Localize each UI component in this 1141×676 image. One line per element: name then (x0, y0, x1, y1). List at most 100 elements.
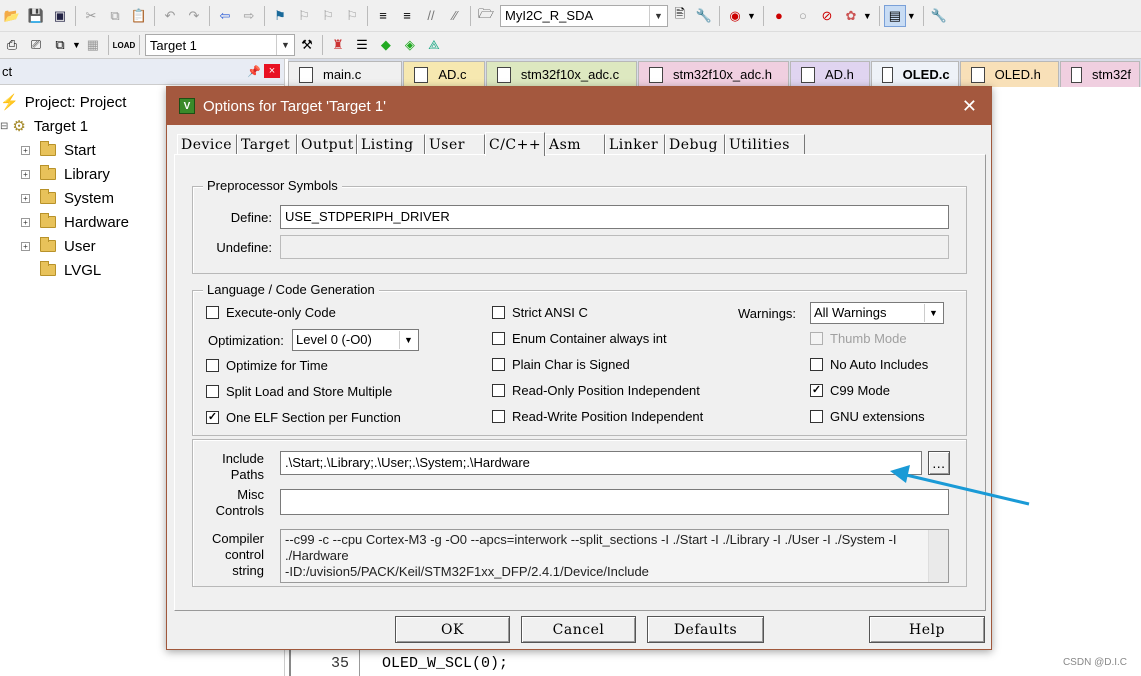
file-tab[interactable]: OLED.c (870, 61, 959, 87)
batch-build-icon[interactable]: ▦ (82, 34, 104, 56)
collapse-icon[interactable]: ⊟ (0, 121, 8, 132)
breakpoint-disable-icon[interactable]: ○ (792, 5, 814, 27)
indent-icon[interactable]: ≡ (372, 5, 394, 27)
nav-back-icon[interactable]: ⇦ (214, 5, 236, 27)
dialog-tab[interactable]: Listing (357, 134, 425, 155)
find-in-files-icon[interactable]: 🗁 (475, 5, 497, 27)
help-button[interactable]: Help (869, 616, 985, 643)
open-icon[interactable]: 📂 (1, 5, 23, 27)
rw-position-checkbox[interactable]: Read-Write Position Independent (492, 409, 703, 424)
tree-item-group-library[interactable]: + Library (21, 163, 110, 185)
tree-item-group-lvgl[interactable]: LVGL (40, 259, 101, 281)
file-tab[interactable]: stm32f (1060, 61, 1141, 87)
dialog-tab[interactable]: User (425, 134, 485, 155)
optimize-time-checkbox[interactable]: Optimize for Time (206, 358, 328, 373)
file-tab[interactable]: main.c (288, 61, 403, 87)
expand-icon[interactable]: + (21, 145, 30, 155)
chevron-down-icon[interactable]: ▼ (72, 40, 81, 50)
dialog-tab[interactable]: Utilities (725, 134, 805, 155)
breakpoint-kill-all-icon[interactable]: ✿ (840, 5, 862, 27)
tree-item-group-user[interactable]: + User (21, 235, 96, 257)
plain-char-checkbox[interactable]: Plain Char is Signed (492, 357, 630, 372)
chevron-down-icon[interactable]: ▼ (907, 11, 916, 21)
cancel-button[interactable]: Cancel (521, 616, 636, 643)
cut-icon[interactable]: ✂ (80, 5, 102, 27)
rebuild-icon[interactable]: ⧉ (49, 34, 71, 56)
debug-session-icon[interactable]: ◉ (724, 5, 746, 27)
pack-installer-icon[interactable]: ◈ (399, 34, 421, 56)
one-elf-checkbox[interactable]: ✓ One ELF Section per Function (206, 410, 401, 425)
include-paths-input[interactable]: .\Start;.\Library;.\User;.\System;.\Hard… (280, 451, 922, 475)
ok-button[interactable]: OK (395, 616, 510, 643)
bookmark-next-icon[interactable]: ⚐ (317, 5, 339, 27)
tree-item-target[interactable]: ⊟ ⚙ Target 1 (0, 115, 88, 137)
tree-item-group-start[interactable]: + Start (21, 139, 96, 161)
file-tab[interactable]: AD.c (403, 61, 485, 87)
download-icon[interactable]: LOAD (113, 34, 136, 56)
expand-icon[interactable]: + (21, 169, 30, 179)
dialog-tab[interactable]: C/C++ (485, 132, 545, 156)
nav-forward-icon[interactable]: ⇨ (238, 5, 260, 27)
dialog-tab[interactable]: Linker (605, 134, 665, 155)
chevron-down-icon[interactable]: ▼ (747, 11, 756, 21)
c99-mode-checkbox[interactable]: ✓ C99 Mode (810, 383, 890, 398)
manage-runtime-icon[interactable]: ◆ (375, 34, 397, 56)
breakpoint-kill-icon[interactable]: ⊘ (816, 5, 838, 27)
file-tab[interactable]: stm32f10x_adc.h (637, 61, 790, 87)
enum-container-checkbox[interactable]: Enum Container always int (492, 331, 667, 346)
ro-position-checkbox[interactable]: Read-Only Position Independent (492, 383, 700, 398)
dialog-titlebar[interactable]: V Options for Target 'Target 1' ✕ (167, 87, 991, 125)
dialog-tab[interactable]: Target (237, 134, 297, 155)
bookmark-clear-icon[interactable]: ⚐ (341, 5, 363, 27)
dialog-tab[interactable]: Device (177, 134, 237, 155)
expand-icon[interactable]: + (21, 241, 30, 251)
select-packs-icon[interactable]: ☰ (351, 34, 373, 56)
redo-icon[interactable]: ↷ (183, 5, 205, 27)
split-load-checkbox[interactable]: Split Load and Store Multiple (206, 384, 392, 399)
warnings-select[interactable]: All Warnings ▼ (810, 302, 944, 324)
expand-icon[interactable]: + (21, 193, 30, 203)
save-all-icon[interactable]: ▣ (49, 5, 71, 27)
options-for-target-icon[interactable]: ⚒ (296, 34, 318, 56)
pin-icon[interactable]: 📌 (246, 64, 262, 78)
tree-item-group-hardware[interactable]: + Hardware (21, 211, 129, 233)
dialog-tab[interactable]: Output (297, 134, 357, 155)
optimization-select[interactable]: Level 0 (-O0) ▼ (292, 329, 419, 351)
tree-item-project[interactable]: ⚡ Project: Project (0, 91, 126, 113)
code-line[interactable]: 35 OLED_W_SCL(0); (288, 650, 1141, 676)
build-icon[interactable]: ⎚ (25, 34, 47, 56)
gnu-extensions-checkbox[interactable]: GNU extensions (810, 409, 925, 424)
chevron-down-icon[interactable]: ▼ (863, 11, 872, 21)
tree-item-group-system[interactable]: + System (21, 187, 114, 209)
comment-icon[interactable]: // (420, 5, 442, 27)
find-combo[interactable]: MyI2C_R_SDA ▼ (500, 4, 668, 27)
uncomment-icon[interactable]: ⁄⁄ (444, 5, 466, 27)
close-icon[interactable]: × (264, 64, 280, 78)
window-layout-icon[interactable]: ▤ (883, 4, 906, 27)
undefine-input[interactable] (280, 235, 949, 259)
event-recorder-icon[interactable]: ⟁ (423, 34, 445, 56)
copy-icon[interactable]: ⧉ (104, 5, 126, 27)
define-input[interactable]: USE_STDPERIPH_DRIVER (280, 205, 949, 229)
file-tab[interactable]: OLED.h (959, 61, 1060, 87)
dialog-tab[interactable]: Asm (545, 134, 605, 155)
incremental-find-icon[interactable]: 🖹 (669, 5, 691, 27)
thumb-mode-checkbox[interactable]: Thumb Mode (810, 331, 907, 346)
paste-icon[interactable]: 📋 (128, 5, 150, 27)
no-auto-includes-checkbox[interactable]: No Auto Includes (810, 357, 928, 372)
manage-project-items-icon[interactable]: ♜ (327, 34, 349, 56)
bookmark-icon[interactable]: ⚑ (269, 5, 291, 27)
defaults-button[interactable]: Defaults (647, 616, 764, 643)
configure-icon[interactable]: 🔧 (928, 5, 950, 27)
close-icon[interactable]: ✕ (962, 96, 977, 117)
dialog-tab[interactable]: Debug (665, 134, 725, 155)
translate-icon[interactable]: ⎙ (1, 34, 23, 56)
execute-only-checkbox[interactable]: Execute-only Code (206, 305, 336, 320)
strict-ansi-checkbox[interactable]: Strict ANSI C (492, 305, 588, 320)
scrollbar[interactable] (928, 530, 948, 582)
bookmark-prev-icon[interactable]: ⚐ (293, 5, 315, 27)
breakpoint-icon[interactable]: ● (768, 5, 790, 27)
undo-icon[interactable]: ↶ (159, 5, 181, 27)
file-tab[interactable]: AD.h (790, 61, 870, 87)
expand-icon[interactable]: + (21, 217, 30, 227)
